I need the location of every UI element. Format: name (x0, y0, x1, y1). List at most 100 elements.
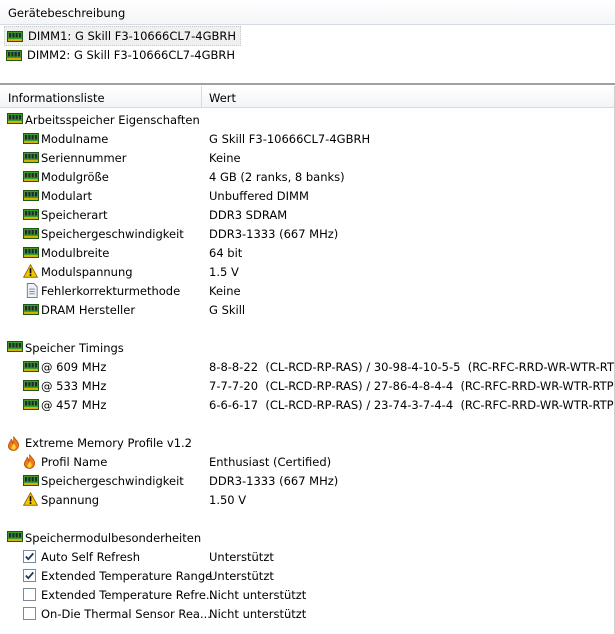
field-value: 6-6-6-17 (CL-RCD-RP-RAS) / 23-74-3-7-4-4… (209, 398, 615, 412)
list-item[interactable]: Auto Self Refresh Unterstützt (0, 547, 615, 566)
field-value: G Skill (209, 303, 246, 317)
warning-icon (23, 492, 38, 506)
column-header-field[interactable]: Informationsliste (8, 91, 105, 105)
field-label: Modulgröße (41, 170, 109, 184)
row-icon-wrap (23, 569, 36, 585)
field-label: Extended Temperature Refre... (41, 588, 217, 602)
checkbox-unchecked[interactable] (23, 607, 36, 620)
ram-module-icon (23, 380, 39, 391)
row-icon-wrap (23, 133, 39, 147)
field-label: Profil Name (41, 455, 108, 469)
row-icon-wrap (23, 190, 39, 204)
field-label: Auto Self Refresh (41, 550, 141, 564)
list-item[interactable]: @ 457 MHz 6-6-6-17 (CL-RCD-RP-RAS) / 23-7… (0, 395, 615, 414)
field-value: 4 GB (2 ranks, 8 banks) (209, 170, 345, 184)
row-icon-wrap (23, 475, 39, 489)
list-item[interactable]: DRAM Hersteller G Skill (0, 300, 615, 319)
field-value: Unterstützt (209, 569, 274, 583)
field-value: Nicht unterstützt (209, 588, 307, 602)
ram-module-icon (23, 209, 39, 220)
row-icon-wrap (23, 361, 39, 375)
row-icon-wrap (23, 380, 39, 394)
checkbox-checked[interactable] (23, 569, 36, 582)
document-icon (26, 283, 38, 298)
list-item[interactable]: Profil Name Enthusiast (Certified) (0, 452, 615, 471)
list-item[interactable]: @ 609 MHz 8-8-8-22 (CL-RCD-RP-RAS) / 30-9… (0, 357, 615, 376)
field-label: Seriennummer (41, 151, 127, 165)
device-item-dimm1[interactable]: DIMM1: G Skill F3-10666CL7-4GBRH (4, 26, 242, 46)
list-item[interactable]: Speicherart DDR3 SDRAM (0, 205, 615, 224)
field-label: Speichergeschwindigkeit (41, 474, 184, 488)
ram-module-icon (23, 133, 39, 144)
list-item[interactable]: Fehlerkorrekturmethode Keine (0, 281, 615, 300)
row-icon-wrap (23, 304, 39, 318)
section-header[interactable]: Arbeitsspeicher Eigenschaften (0, 110, 615, 129)
ram-module-icon (23, 399, 39, 410)
list-item[interactable]: Modulart Unbuffered DIMM (0, 186, 615, 205)
list-item[interactable]: Modulname G Skill F3-10666CL7-4GBRH (0, 129, 615, 148)
field-value: Keine (209, 151, 241, 165)
row-icon-wrap (23, 228, 39, 242)
info-list-header: Informationsliste Wert (0, 86, 615, 108)
field-value: 8-8-8-22 (CL-RCD-RP-RAS) / 30-98-4-10-5-… (209, 360, 615, 374)
row-icon-wrap (7, 113, 23, 127)
device-item-dimm2[interactable]: DIMM2: G Skill F3-10666CL7-4GBRH (4, 46, 239, 64)
device-item-label: DIMM1: G Skill F3-10666CL7-4GBRH (28, 29, 237, 43)
field-value: Enthusiast (Certified) (209, 455, 332, 469)
section-header[interactable]: Extreme Memory Profile v1.2 (0, 433, 615, 452)
checkbox-checked[interactable] (23, 550, 36, 563)
column-divider[interactable] (201, 86, 202, 107)
ram-module-icon (7, 341, 23, 352)
list-item[interactable]: Extended Temperature Refre... Nicht unter… (0, 585, 615, 604)
list-item[interactable]: Modulgröße 4 GB (2 ranks, 8 banks) (0, 167, 615, 186)
checkbox-unchecked[interactable] (23, 588, 36, 601)
row-icon-wrap (23, 550, 36, 566)
section-header[interactable]: Speichermodulbesonderheiten (0, 528, 615, 547)
field-label: Fehlerkorrekturmethode (41, 284, 181, 298)
list-item[interactable]: On-Die Thermal Sensor Rea... Nicht unters… (0, 604, 615, 623)
field-value: Nicht unterstützt (209, 607, 307, 621)
device-list[interactable]: DIMM1: G Skill F3-10666CL7-4GBRH DIMM2: … (0, 26, 615, 84)
list-item[interactable]: Extended Temperature Range Unterstützt (0, 566, 615, 585)
column-header-value[interactable]: Wert (209, 91, 236, 105)
pane-splitter[interactable] (0, 83, 615, 85)
list-item[interactable]: Modulspannung 1.5 V (0, 262, 615, 281)
device-description-title: Gerätebeschreibung (8, 6, 126, 20)
row-icon-wrap (23, 399, 39, 413)
field-value: 1.5 V (209, 265, 239, 279)
list-item[interactable]: @ 533 MHz 7-7-7-20 (CL-RCD-RP-RAS) / 27-8… (0, 376, 615, 395)
list-item[interactable]: Speichergeschwindigkeit DDR3-1333 (667 MH… (0, 471, 615, 490)
ram-module-icon (23, 152, 39, 163)
ram-module-icon (23, 361, 39, 372)
field-value: Unbuffered DIMM (209, 189, 309, 203)
field-label: On-Die Thermal Sensor Rea... (41, 607, 211, 621)
row-icon-wrap (23, 152, 39, 166)
ram-module-icon (7, 31, 23, 42)
ram-module-icon (23, 190, 39, 201)
device-item-label: DIMM2: G Skill F3-10666CL7-4GBRH (27, 48, 236, 62)
field-value: DDR3 SDRAM (209, 208, 288, 222)
list-item[interactable]: Speichergeschwindigkeit DDR3-1333 (667 MH… (0, 224, 615, 243)
field-label: Modulart (41, 189, 93, 203)
row-icon-wrap (23, 588, 36, 604)
list-item[interactable]: Modulbreite 64 bit (0, 243, 615, 262)
field-label: Extended Temperature Range (41, 569, 213, 583)
ram-module-icon (23, 475, 39, 486)
ram-module-icon (7, 113, 23, 124)
field-label: Modulspannung (41, 265, 133, 279)
section-title: Speichermodulbesonderheiten (25, 531, 202, 545)
row-icon-wrap (23, 264, 38, 281)
list-item[interactable]: Spannung 1.50 V (0, 490, 615, 509)
ram-module-icon (7, 531, 23, 542)
section-header[interactable]: Speicher Timings (0, 338, 615, 357)
row-icon-wrap (7, 531, 23, 545)
row-icon-wrap (23, 492, 38, 509)
field-label: DRAM Hersteller (41, 303, 136, 317)
field-value: Keine (209, 284, 241, 298)
section-title: Arbeitsspeicher Eigenschaften (25, 113, 200, 127)
field-label: Modulname (41, 132, 109, 146)
list-item[interactable]: Seriennummer Keine (0, 148, 615, 167)
ram-module-icon (23, 171, 39, 182)
device-description-header: Gerätebeschreibung (0, 0, 615, 25)
field-label: Speichergeschwindigkeit (41, 227, 184, 241)
